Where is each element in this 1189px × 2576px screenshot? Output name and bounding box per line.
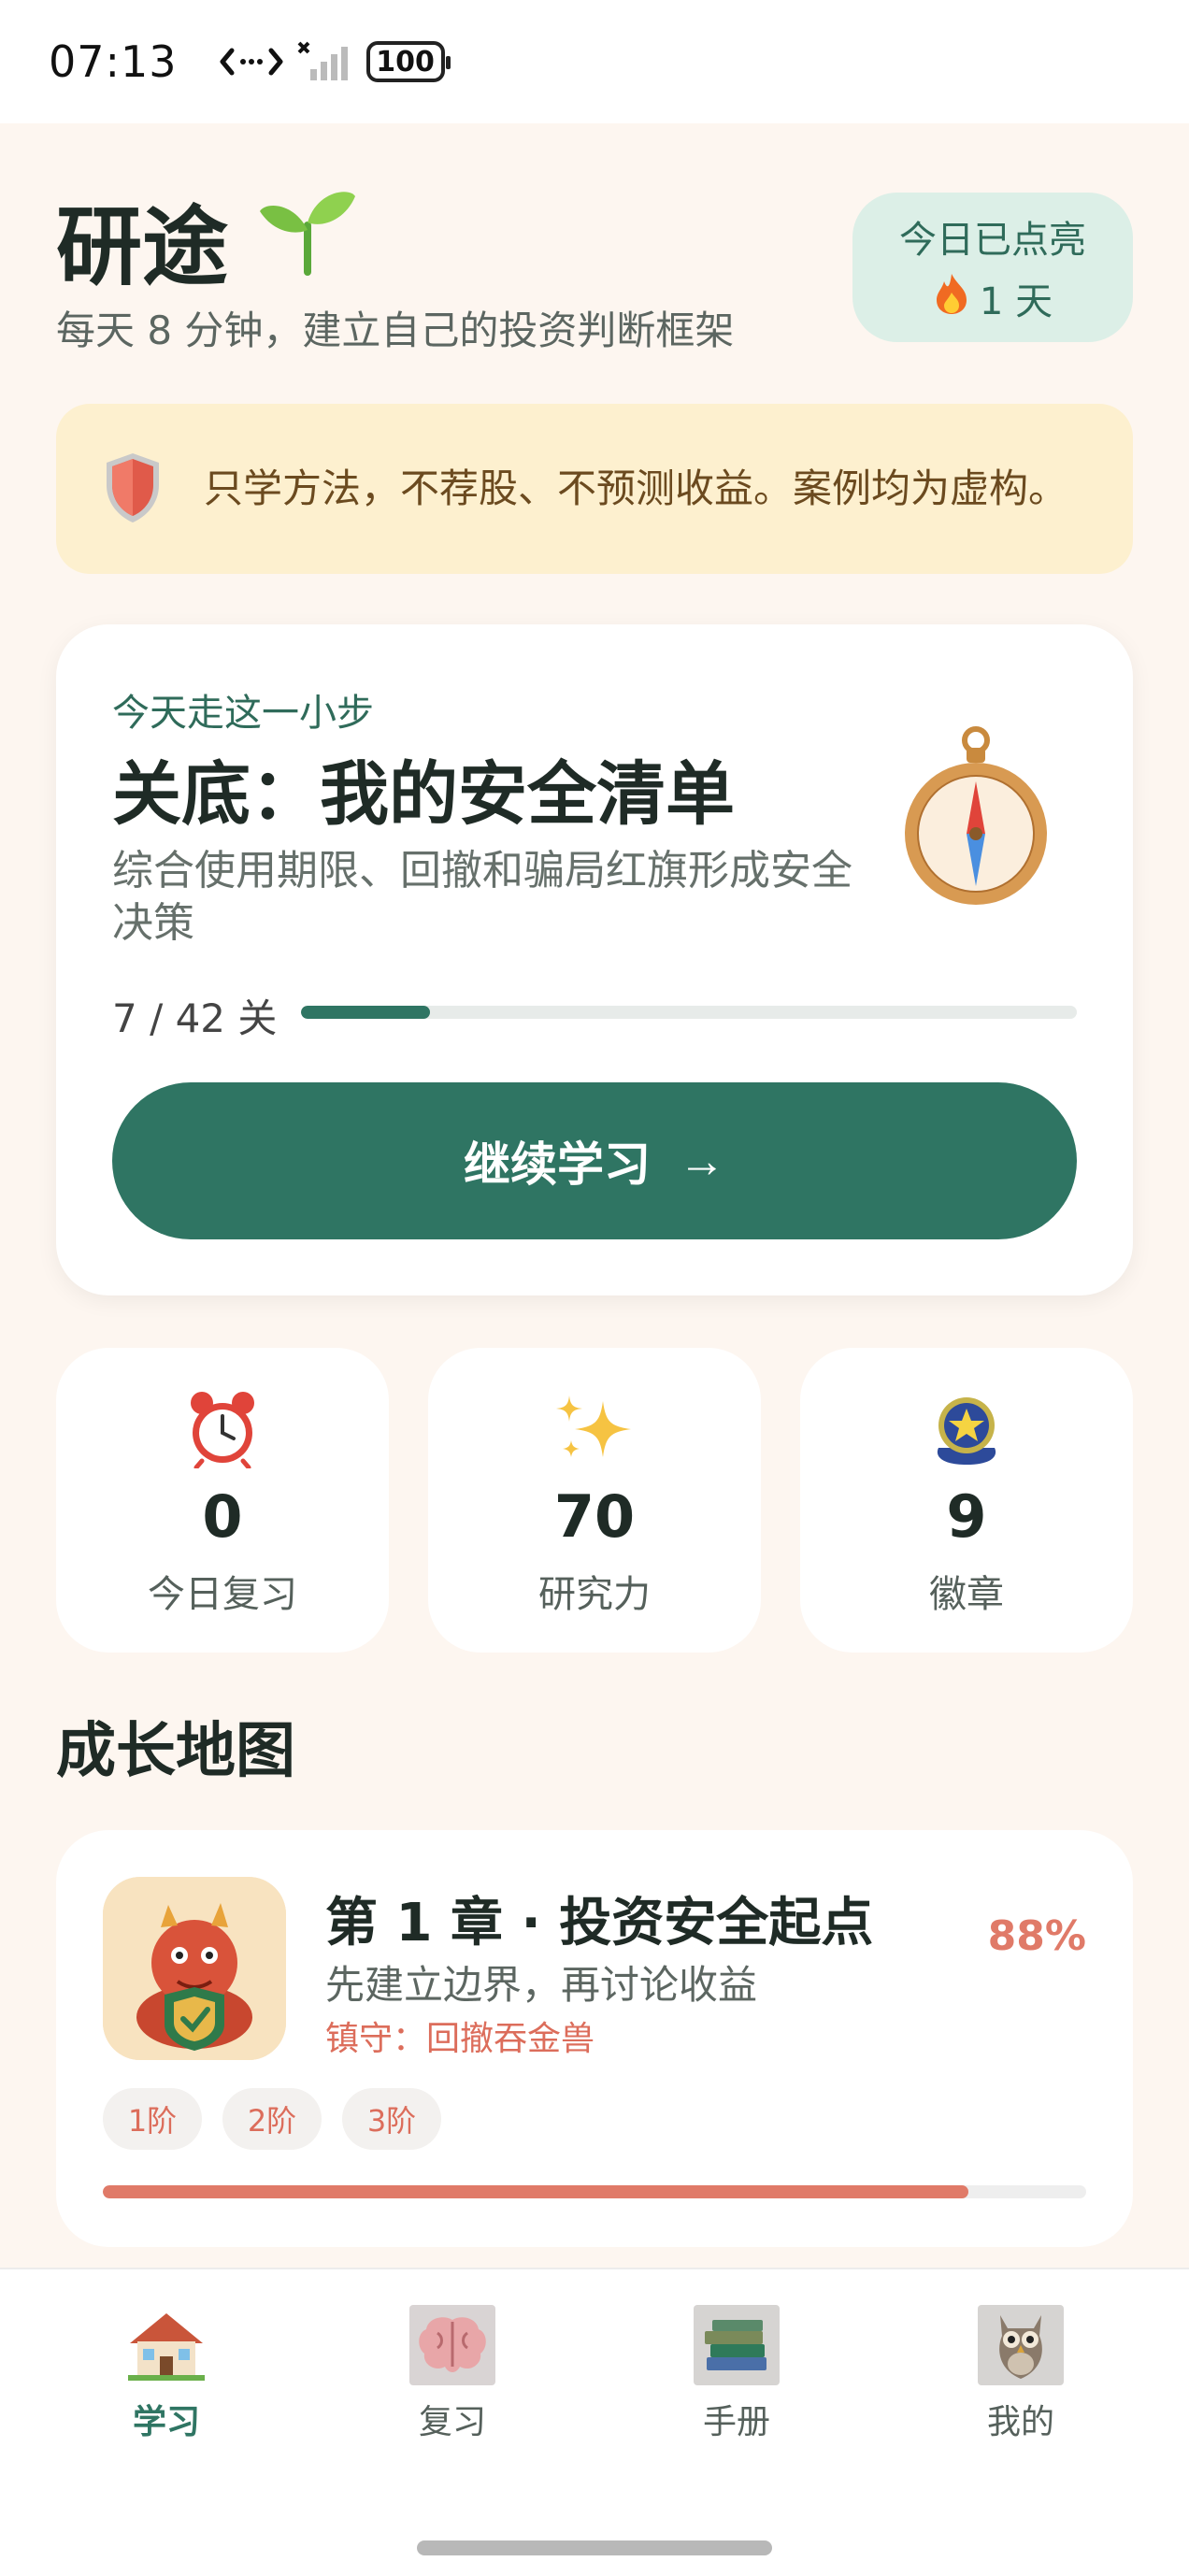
nav-label-handbook: 手册 (702, 2403, 770, 2441)
brain-icon (409, 2305, 495, 2385)
bottom-nav: 学习 复习 手册 我的 (0, 2268, 1189, 2576)
growth-map-title: 成长地图 (56, 1717, 295, 1786)
chapter-card[interactable]: 第 1 章 · 投资安全起点 先建立边界，再讨论收益 镇守：回撤吞金兽 88% … (56, 1830, 1133, 2247)
nav-item-review[interactable]: 复习 (359, 2305, 546, 2443)
nav-item-learn[interactable]: 学习 (73, 2305, 260, 2443)
compass-icon (901, 723, 1051, 914)
fire-icon (933, 272, 970, 324)
battery-icon: 100 (365, 41, 451, 82)
streak-days-value: 1 天 (979, 280, 1053, 323)
sparkles-icon (552, 1389, 637, 1469)
arrow-right-icon: → (679, 1135, 725, 1187)
chapter-percent: 88% (987, 1912, 1086, 1960)
chapter-description: 先建立边界，再讨论收益 (325, 1962, 758, 2008)
data-transfer-icon (219, 43, 284, 80)
guardian-monster-icon (103, 1877, 286, 2060)
continue-learning-label: 继续学习 (464, 1138, 651, 1191)
streak-label: 今日已点亮 (899, 219, 1086, 262)
stat-label-research: 研究力 (538, 1573, 651, 1616)
nav-label-profile: 我的 (986, 2403, 1054, 2441)
house-icon (123, 2305, 209, 2385)
books-icon (694, 2305, 780, 2385)
lesson-progress-fill (301, 1006, 431, 1019)
stage-tag-2[interactable]: 2阶 (222, 2088, 322, 2150)
disclaimer-banner: 只学方法，不荐股、不预测收益。案例均为虚构。 (56, 404, 1133, 574)
stat-value-review: 0 (202, 1482, 243, 1551)
shield-icon (103, 450, 163, 528)
stat-card-badges[interactable]: 9 徽章 (800, 1348, 1133, 1653)
lesson-kicker: 今天走这一小步 (112, 692, 374, 735)
app-title-text: 研途 (56, 197, 229, 297)
chapter-progress-bar (103, 2185, 1086, 2198)
app-subtitle: 每天 8 分钟，建立自己的投资判断框架 (56, 308, 735, 353)
lesson-progress-label: 7 / 42 关 (112, 995, 278, 1041)
stat-value-research: 70 (553, 1482, 636, 1551)
stat-value-badges: 9 (946, 1482, 987, 1551)
seedling-icon (256, 183, 359, 297)
nav-item-handbook[interactable]: 手册 (643, 2305, 830, 2443)
alarm-clock-icon (185, 1389, 260, 1469)
stage-tag-1[interactable]: 1阶 (103, 2088, 202, 2150)
lesson-progress-bar (301, 1006, 1077, 1019)
stat-label-review: 今日复习 (148, 1573, 297, 1616)
disclaimer-text: 只学方法，不荐股、不预测收益。案例均为虚构。 (204, 465, 1068, 511)
app-title: 研途 (56, 178, 359, 302)
lesson-description: 综合使用期限、回撤和骗局红旗形成安全决策 (112, 847, 852, 947)
streak-days: 1 天 (933, 271, 1053, 325)
continue-learning-button[interactable]: 继续学习 → (112, 1082, 1077, 1239)
status-bar: 07:13 100 (0, 0, 1189, 123)
stat-card-review[interactable]: 0 今日复习 (56, 1348, 389, 1653)
nav-label-review: 复习 (418, 2403, 486, 2441)
lesson-title: 关底：我的安全清单 (112, 754, 735, 835)
streak-badge[interactable]: 今日已点亮 1 天 (852, 193, 1133, 342)
home-indicator[interactable] (417, 2540, 772, 2555)
lesson-card: 今天走这一小步 关底：我的安全清单 综合使用期限、回撤和骗局红旗形成安全决策 7… (56, 624, 1133, 1295)
chapter-title: 第 1 章 · 投资安全起点 (325, 1893, 874, 1953)
chapter-guardian: 镇守：回撤吞金兽 (325, 2020, 595, 2058)
stat-card-research[interactable]: 70 研究力 (428, 1348, 761, 1653)
badge-icon (931, 1389, 1002, 1469)
chapter-progress-fill (103, 2185, 968, 2198)
nav-label-learn: 学习 (132, 2403, 200, 2441)
stat-label-badges: 徽章 (929, 1573, 1004, 1616)
status-icons: 100 (219, 41, 451, 82)
status-time: 07:13 (49, 36, 178, 87)
nav-item-profile[interactable]: 我的 (927, 2305, 1114, 2443)
owl-icon (978, 2305, 1064, 2385)
stage-tag-3[interactable]: 3阶 (342, 2088, 441, 2150)
signal-icon (297, 41, 353, 82)
stage-tags: 1阶 2阶 3阶 (103, 2088, 441, 2150)
